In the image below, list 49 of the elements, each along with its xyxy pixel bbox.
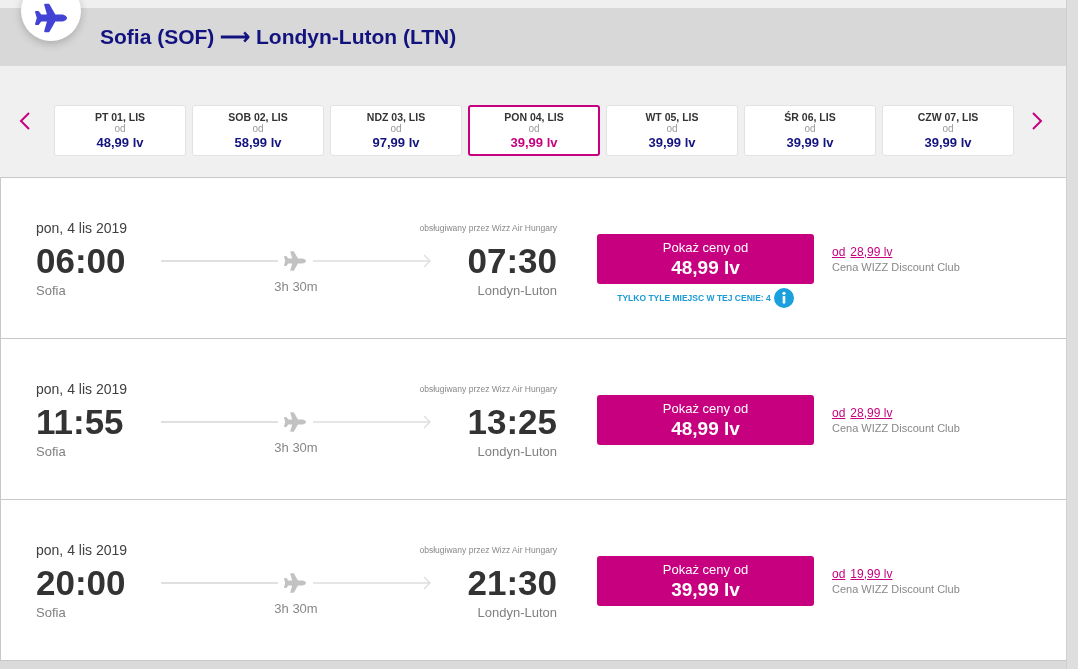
plane-icon — [284, 250, 306, 272]
show-prices-button[interactable]: Pokaż ceny od 39,99 lv — [597, 556, 814, 606]
date-card[interactable]: CZW 07, LIS od 39,99 lv — [882, 105, 1014, 156]
departure-time: 06:00 — [36, 243, 126, 279]
departure-time: 11:55 — [36, 404, 124, 440]
date-card[interactable]: PON 04, LIS od 39,99 lv — [468, 105, 600, 156]
club-price-label: Cena WIZZ Discount Club — [832, 260, 960, 274]
plane-icon — [284, 411, 306, 433]
club-price-label: Cena WIZZ Discount Club — [832, 421, 960, 435]
arrival-time: 21:30 — [467, 565, 557, 601]
departure-city: Sofia — [36, 283, 66, 299]
club-price-link[interactable]: 19,99 lv — [850, 566, 893, 582]
chevron-left-icon[interactable] — [18, 110, 32, 132]
club-price-link[interactable]: 28,99 lv — [850, 405, 893, 421]
show-prices-button[interactable]: Pokaż ceny od 48,99 lv — [597, 395, 814, 445]
show-prices-button[interactable]: Pokaż ceny od 48,99 lv — [597, 234, 814, 284]
flight-date: pon, 4 lis 2019 — [36, 220, 128, 236]
flight-date: pon, 4 lis 2019 — [36, 542, 128, 558]
route-title: Sofia (SOF) ⟶ Londyn-Luton (LTN) — [100, 25, 457, 49]
departure-city: Sofia — [36, 444, 66, 460]
arrival-city: Londyn-Luton — [477, 605, 557, 621]
plane-icon — [284, 572, 306, 594]
seats-notice: TYLKO TYLE MIEJSC W TEJ CENIE: 4 — [617, 293, 771, 303]
club-from-link[interactable]: od — [832, 566, 846, 582]
arrival-city: Londyn-Luton — [477, 283, 557, 299]
date-card[interactable]: ŚR 06, LIS od 39,99 lv — [744, 105, 876, 156]
info-icon[interactable] — [773, 288, 794, 308]
arrival-time: 07:30 — [467, 243, 557, 279]
operator-text: obsługiwany przez Wizz Air Hungary — [419, 384, 557, 394]
club-price-link[interactable]: 28,99 lv — [850, 244, 893, 260]
flight-duration: 3h 30m — [274, 440, 318, 457]
arrival-city: Londyn-Luton — [477, 444, 557, 460]
chevron-right-icon[interactable] — [1030, 110, 1044, 132]
scrollbar[interactable] — [1066, 0, 1078, 669]
date-card[interactable]: WT 05, LIS od 39,99 lv — [606, 105, 738, 156]
flight-duration: 3h 30m — [274, 601, 318, 618]
club-price-label: Cena WIZZ Discount Club — [832, 582, 960, 596]
operator-text: obsługiwany przez Wizz Air Hungary — [419, 223, 557, 233]
flight-duration: 3h 30m — [274, 279, 318, 296]
arrival-time: 13:25 — [467, 404, 557, 440]
flight-date: pon, 4 lis 2019 — [36, 381, 128, 397]
departure-city: Sofia — [36, 605, 66, 621]
club-from-link[interactable]: od — [832, 244, 846, 260]
club-from-link[interactable]: od — [832, 405, 846, 421]
date-card[interactable]: SOB 02, LIS od 58,99 lv — [192, 105, 324, 156]
date-card[interactable]: NDZ 03, LIS od 97,99 lv — [330, 105, 462, 156]
date-card[interactable]: PT 01, LIS od 48,99 lv — [54, 105, 186, 156]
departure-time: 20:00 — [36, 565, 126, 601]
operator-text: obsługiwany przez Wizz Air Hungary — [419, 545, 557, 555]
